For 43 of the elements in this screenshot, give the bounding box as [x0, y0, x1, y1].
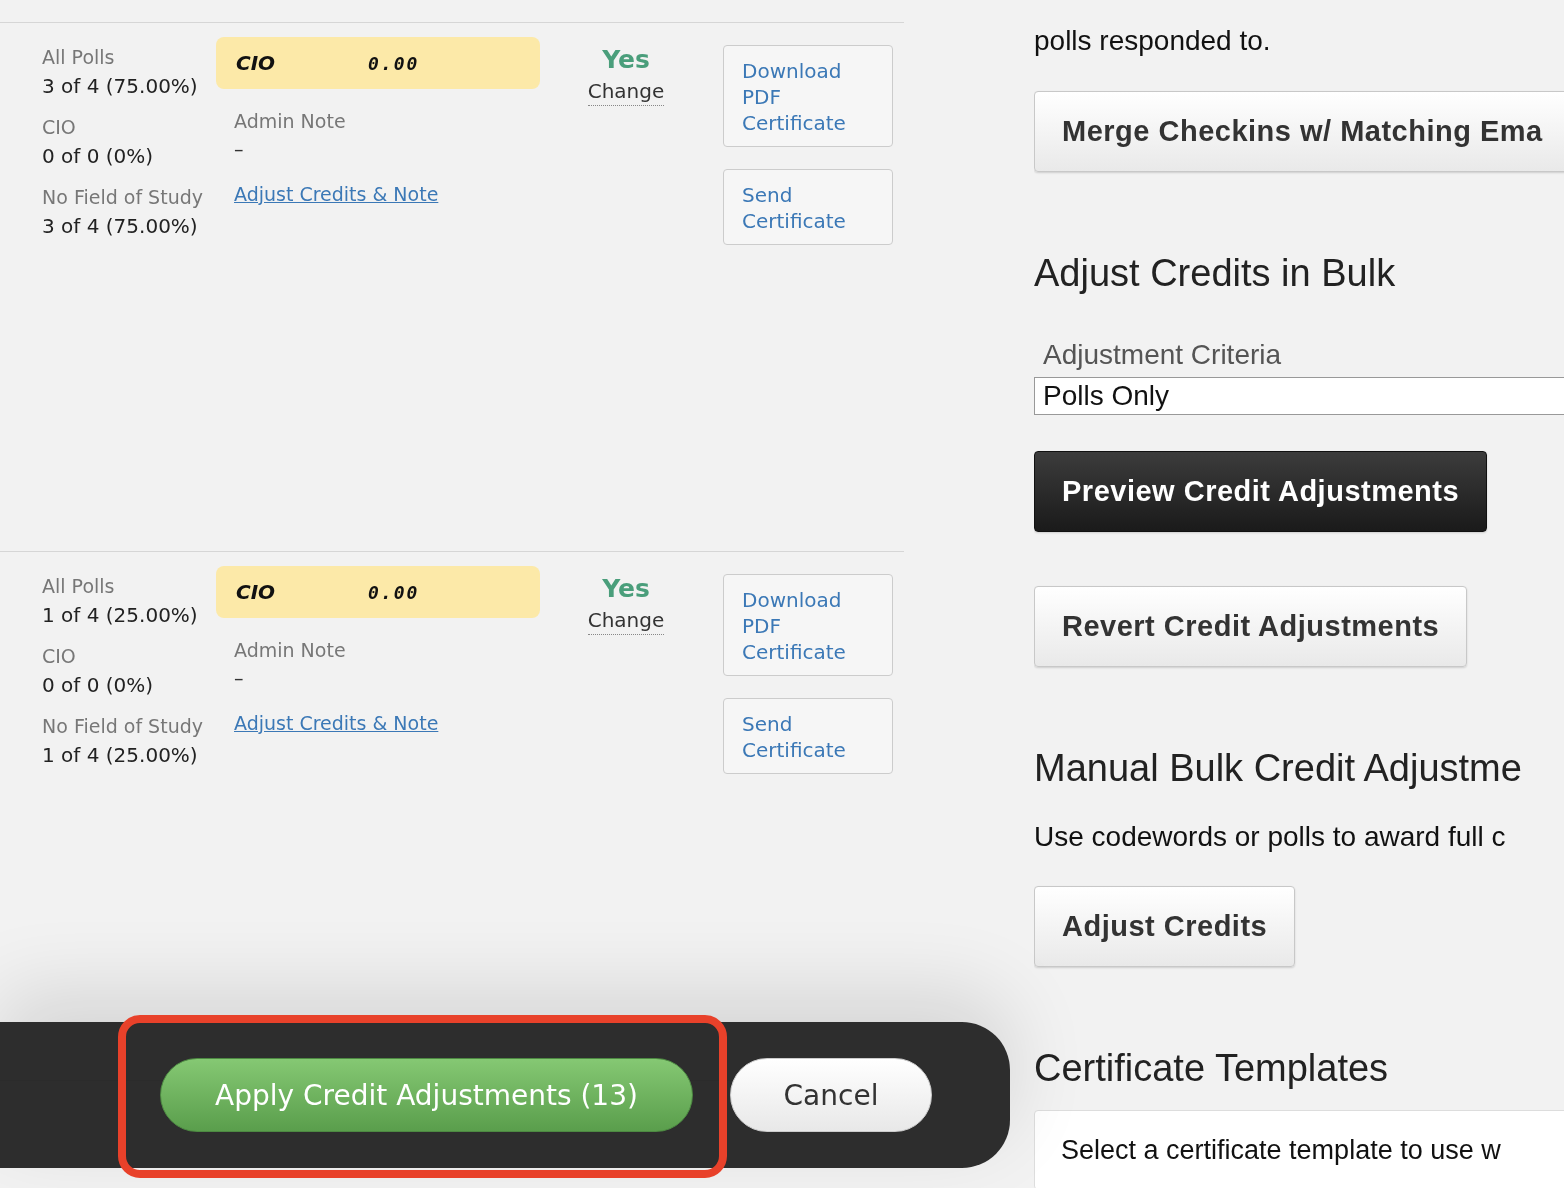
stat-label: All Polls [42, 574, 116, 599]
criteria-select[interactable]: Polls Only [1034, 377, 1564, 415]
field-label: Adjustment Criteria [1043, 339, 1282, 371]
stat-label: No Field of Study [42, 714, 204, 739]
note-label: Admin Note [234, 109, 347, 134]
stat-value: 3 of 4 (75.00%) [42, 213, 199, 240]
change-link[interactable]: Change [587, 606, 665, 635]
stat-label: No Field of Study [42, 185, 204, 210]
credit-amount: 0.00 [368, 581, 420, 603]
stat-value: 1 of 4 (25.00%) [42, 602, 199, 629]
stat-label: CIO [42, 644, 77, 669]
description-text: Use codewords or polls to award full c [1034, 820, 1506, 854]
change-link[interactable]: Change [587, 77, 665, 106]
adjust-credits-button[interactable]: Adjust Credits [1034, 886, 1296, 967]
cancel-button[interactable]: Cancel [730, 1058, 932, 1132]
certificate-button[interactable]: Download PDF Certificate [723, 574, 893, 676]
stat-value: 3 of 4 (75.00%) [42, 73, 199, 100]
stat-value: 0 of 0 (0%) [42, 143, 155, 170]
credit-name: CIO [236, 580, 277, 604]
section-heading: Certificate Templates [1034, 1047, 1389, 1090]
note-value: – [234, 666, 245, 691]
preview-button[interactable]: Preview Credit Adjustments [1034, 451, 1488, 532]
description-text: polls responded to. [1034, 24, 1271, 58]
status-text: Yes [602, 44, 650, 76]
merge-checkins-button[interactable]: Merge Checkins w/ Matching Ema [1034, 91, 1564, 172]
credit-name: CIO [236, 51, 277, 75]
adjust-credits-link[interactable]: Adjust Credits & Note [234, 712, 439, 734]
stat-value: 0 of 0 (0%) [42, 672, 155, 699]
stat-value: 1 of 4 (25.00%) [42, 742, 199, 769]
template-description: Select a certificate template to use w [1061, 1135, 1501, 1165]
certificate-button[interactable]: Send Certificate [723, 169, 893, 245]
certificate-button[interactable]: Download PDF Certificate [723, 45, 893, 147]
stat-label: CIO [42, 115, 77, 140]
note-value: – [234, 137, 245, 162]
certificate-button[interactable]: Send Certificate [723, 698, 893, 774]
adjust-credits-link[interactable]: Adjust Credits & Note [234, 183, 439, 205]
credit-amount: 0.00 [368, 52, 420, 74]
note-label: Admin Note [234, 638, 347, 663]
section-heading: Adjust Credits in Bulk [1034, 252, 1396, 295]
revert-button[interactable]: Revert Credit Adjustments [1034, 586, 1468, 667]
stat-label: All Polls [42, 45, 116, 70]
section-heading: Manual Bulk Credit Adjustme [1034, 747, 1522, 790]
status-text: Yes [602, 573, 650, 605]
